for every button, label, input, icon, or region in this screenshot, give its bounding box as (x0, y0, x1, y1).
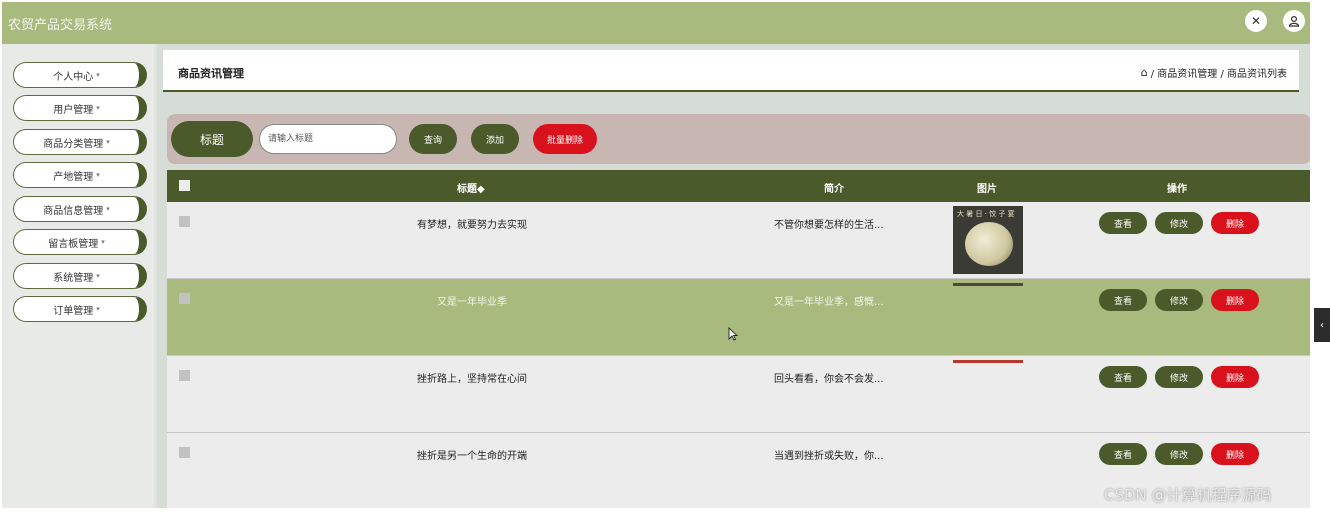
sidebar-item-order-management[interactable]: 订单管理 ▾ (13, 296, 147, 322)
table-row: 有梦想，就要努力去实现 不管你想要怎样的生活... 大 暑 日 · 饺 子 宴 … (167, 202, 1310, 279)
breadcrumb-path: / 商品资讯管理 / 商品资讯列表 (1150, 69, 1287, 80)
sidebar-item-user-management[interactable]: 用户管理 ▾ (13, 95, 147, 121)
sidebar-item-label: 产地管理 (53, 171, 94, 183)
sidebar-item-origin-management[interactable]: 产地管理 ▾ (13, 162, 147, 188)
row-intro: 又是一年毕业季，感慨... (774, 297, 884, 308)
search-bar: 标题 查询 添加 批量删除 (167, 114, 1310, 164)
table-header: 标题◆ 简介 图片 操作 (167, 170, 1310, 202)
delete-button[interactable]: 删除 (1211, 443, 1259, 465)
view-button[interactable]: 查看 (1099, 366, 1147, 388)
edit-button[interactable]: 修改 (1155, 212, 1203, 234)
page-title: 商品资讯管理 (178, 67, 244, 80)
row-checkbox[interactable] (179, 216, 190, 227)
chevron-down-icon: ▾ (96, 104, 100, 112)
column-header-image: 图片 (977, 184, 997, 195)
column-header-intro: 简介 (824, 184, 844, 195)
sidebar-item-label: 商品信息管理 (43, 205, 104, 217)
app-title: 农贸产品交易系统 (8, 18, 113, 33)
row-image (953, 283, 1023, 286)
row-title: 挫折是另一个生命的开端 (417, 451, 527, 462)
sidebar-item-label: 系统管理 (53, 272, 94, 284)
page-header: 商品资讯管理 ⌂ / 商品资讯管理 / 商品资讯列表 (163, 50, 1299, 92)
row-image: 大 暑 日 · 饺 子 宴 (953, 206, 1023, 274)
view-button[interactable]: 查看 (1099, 289, 1147, 311)
top-bar: 农贸产品交易系统 ✕ (2, 2, 1310, 44)
edit-button[interactable]: 修改 (1155, 289, 1203, 311)
row-intro: 当遇到挫折或失败，你... (774, 451, 884, 462)
sidebar: 个人中心 ▾ 用户管理 ▾ 商品分类管理 ▾ 产地管理 ▾ 商品信息管理 ▾ 留言板管理 ▾… (2, 44, 154, 508)
batch-delete-button[interactable]: 批量删除 (533, 124, 597, 154)
chevron-down-icon: ▾ (96, 71, 100, 79)
sidebar-item-product-info-management[interactable]: 商品信息管理 ▾ (13, 196, 147, 222)
add-button[interactable]: 添加 (471, 124, 519, 154)
mouse-cursor-icon (728, 327, 738, 341)
row-image (953, 360, 1023, 363)
image-caption: 大 暑 日 · 饺 子 宴 (957, 210, 1015, 218)
row-checkbox[interactable] (179, 293, 190, 304)
chevron-down-icon: ▾ (96, 305, 100, 313)
chevron-down-icon: ▾ (96, 272, 100, 280)
fullscreen-close-icon[interactable]: ✕ (1245, 10, 1267, 32)
row-title: 又是一年毕业季 (437, 297, 507, 308)
title-search-input[interactable] (259, 124, 397, 154)
row-title: 有梦想，就要努力去实现 (417, 220, 527, 231)
user-avatar-icon (1288, 15, 1300, 27)
row-intro: 不管你想要怎样的生活... (774, 220, 884, 231)
sidebar-item-category-management[interactable]: 商品分类管理 ▾ (13, 129, 147, 155)
view-button[interactable]: 查看 (1099, 443, 1147, 465)
edit-button[interactable]: 修改 (1155, 443, 1203, 465)
food-image (965, 222, 1013, 266)
sidebar-item-personal-center[interactable]: 个人中心 ▾ (13, 62, 147, 88)
search-field-label: 标题 (171, 121, 253, 157)
sidebar-item-label: 留言板管理 (48, 238, 99, 250)
delete-button[interactable]: 删除 (1211, 366, 1259, 388)
row-checkbox[interactable] (179, 370, 190, 381)
delete-button[interactable]: 删除 (1211, 212, 1259, 234)
column-header-title[interactable]: 标题◆ (457, 180, 485, 195)
sidebar-item-label: 订单管理 (53, 305, 94, 317)
table-row: 挫折路上，坚持常在心间 回头看看，你会不会发... 查看 修改 删除 (167, 356, 1310, 433)
chevron-down-icon: ▾ (96, 171, 100, 179)
collapse-panel-icon[interactable]: ‹ (1314, 308, 1330, 342)
select-all-checkbox[interactable] (179, 180, 190, 191)
home-icon[interactable]: ⌂ (1141, 66, 1148, 79)
sidebar-item-label: 商品分类管理 (43, 138, 104, 150)
view-button[interactable]: 查看 (1099, 212, 1147, 234)
watermark: CSDN @计算机程序源码 (1104, 486, 1272, 504)
chevron-down-icon: ▾ (101, 238, 105, 246)
user-icon[interactable] (1283, 10, 1305, 32)
sidebar-item-label: 用户管理 (53, 104, 94, 116)
table-row: 又是一年毕业季 又是一年毕业季，感慨... 查看 修改 删除 (167, 279, 1310, 356)
row-checkbox[interactable] (179, 447, 190, 458)
sidebar-item-label: 个人中心 (53, 71, 94, 83)
row-title: 挫折路上，坚持常在心间 (417, 374, 527, 385)
chevron-down-icon: ▾ (106, 138, 110, 146)
sidebar-item-message-board[interactable]: 留言板管理 ▾ (13, 229, 147, 255)
news-table: 标题◆ 简介 图片 操作 有梦想，就要努力去实现 不管你想要怎样的生活... 大… (167, 170, 1310, 508)
chevron-down-icon: ▾ (106, 205, 110, 213)
breadcrumb: ⌂ / 商品资讯管理 / 商品资讯列表 (1141, 65, 1287, 80)
main-content: 商品资讯管理 ⌂ / 商品资讯管理 / 商品资讯列表 标题 查询 添加 批量删除… (157, 44, 1310, 508)
column-header-actions: 操作 (1167, 184, 1187, 195)
edit-button[interactable]: 修改 (1155, 366, 1203, 388)
query-button[interactable]: 查询 (409, 124, 457, 154)
delete-button[interactable]: 删除 (1211, 289, 1259, 311)
app-frame: 农贸产品交易系统 ✕ 个人中心 ▾ 用户管理 ▾ 商品分类管理 ▾ 产地管理 ▾ 商品信… (2, 2, 1310, 508)
row-intro: 回头看看，你会不会发... (774, 374, 884, 385)
sidebar-item-system-management[interactable]: 系统管理 ▾ (13, 263, 147, 289)
